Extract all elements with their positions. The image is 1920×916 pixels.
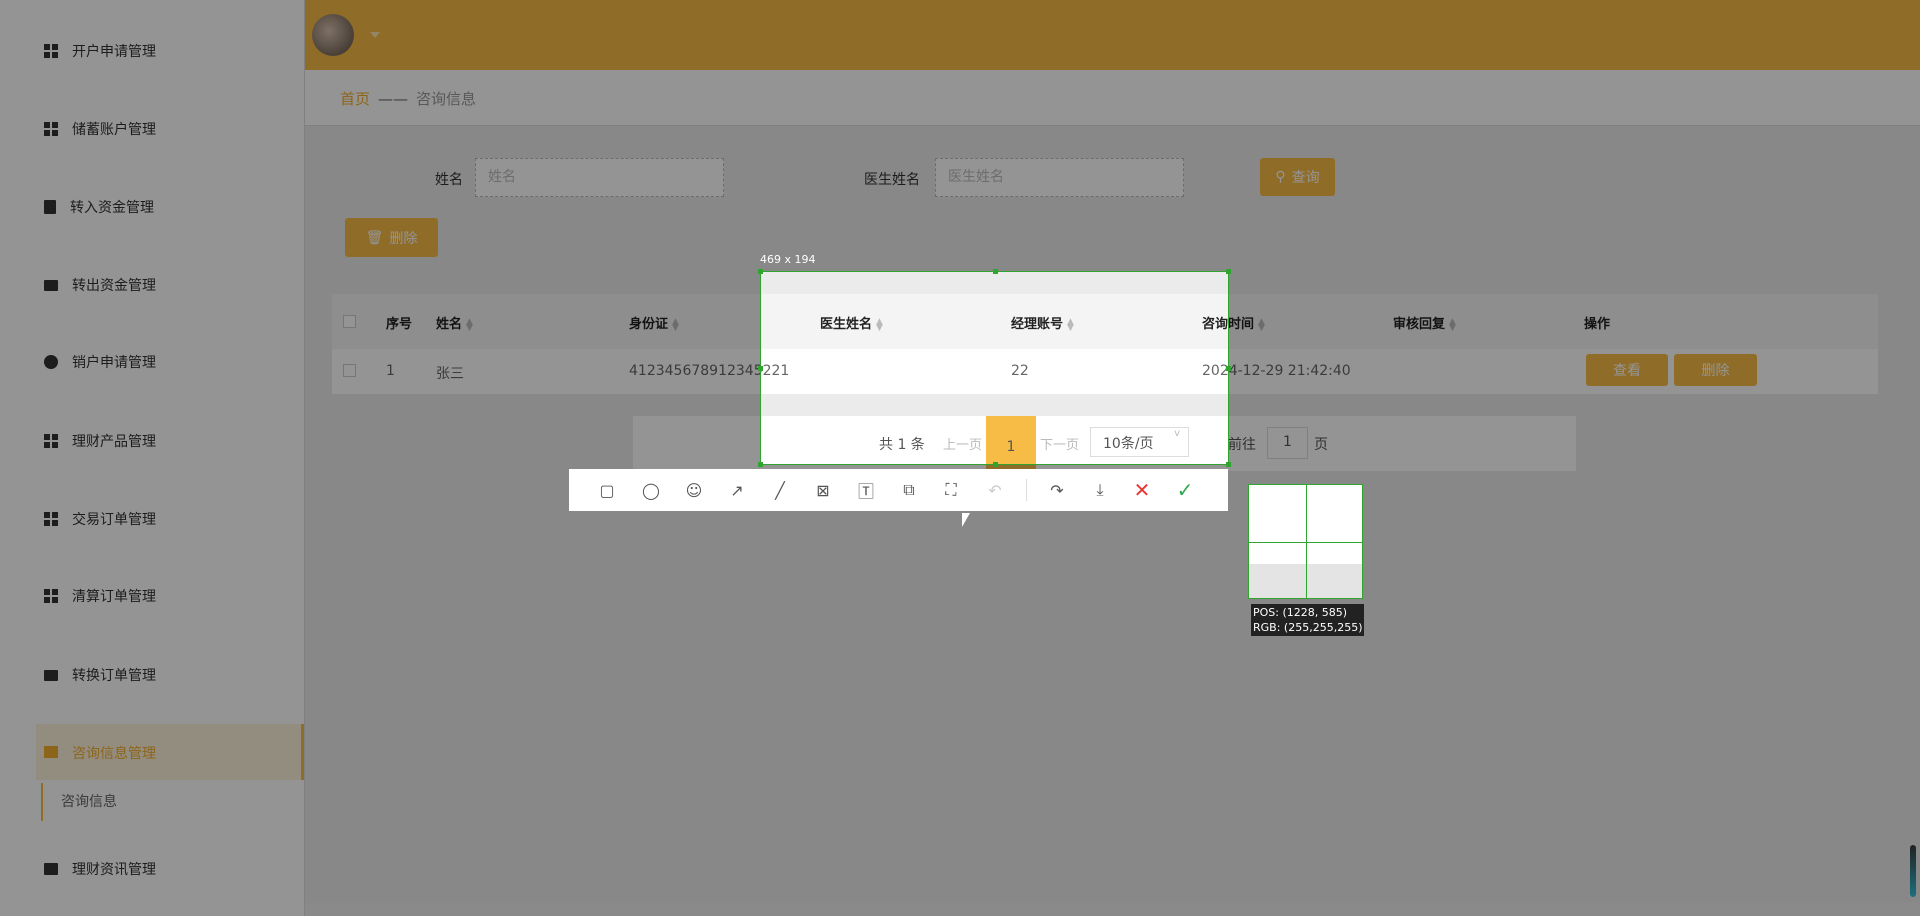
caret-down-icon[interactable]: [370, 32, 380, 38]
sort-icon: ▲ ▼: [1258, 316, 1265, 333]
toolbar-divider: [1026, 479, 1027, 501]
briefcase-icon: [44, 863, 58, 875]
undo-icon[interactable]: ↶: [984, 479, 1006, 501]
sidebar-item-close-account[interactable]: 销户申请管理: [44, 347, 156, 377]
breadcrumb: 首页 —— 咨询信息: [340, 90, 477, 108]
capture-toolbar: ▢ ◯ ☺ ↗ ╱ ⊠ 🅃 ⧉ ⛶ ↶ ↷ ⤓ ✕ ✓: [569, 469, 1228, 511]
col-manager[interactable]: 经理账号 ▲ ▼: [1011, 313, 1074, 332]
sidebar-item-transfer-in[interactable]: 转入资金管理: [44, 192, 154, 222]
top-header: [305, 0, 1920, 70]
grid-icon: [44, 434, 58, 448]
magnifier: [1248, 484, 1363, 599]
emoji-icon[interactable]: ☺: [683, 479, 705, 501]
goto-page-input[interactable]: 1: [1267, 427, 1308, 459]
pin-icon[interactable]: ⧉: [898, 479, 920, 501]
breadcrumb-home[interactable]: 首页: [340, 90, 370, 108]
prev-page[interactable]: 上一页: [943, 434, 982, 453]
sort-icon: ▲ ▼: [1067, 316, 1074, 333]
horizontal-scrollbar[interactable]: [305, 903, 1920, 916]
arrow-icon[interactable]: ↗: [726, 479, 748, 501]
query-button[interactable]: ⚲ 查询: [1260, 158, 1335, 196]
grid-icon: [44, 122, 58, 136]
data-table: 序号 姓名 ▲ ▼ 身份证 ▲ ▼ 医生姓名 ▲ ▼ 经理账号 ▲ ▼ 咨询时间 ▲ ▼ 审核回复 ▲…: [332, 294, 1878, 394]
monitor-icon: [44, 669, 58, 681]
col-actions: 操作: [1584, 317, 1611, 332]
breadcrumb-current: 咨询信息: [416, 90, 477, 108]
col-index: 序号: [386, 317, 413, 332]
sidebar-item-clearing-orders[interactable]: 清算订单管理: [44, 581, 156, 611]
monitor-icon: [44, 746, 58, 758]
table-header: 序号 姓名 ▲ ▼ 身份证 ▲ ▼ 医生姓名 ▲ ▼ 经理账号 ▲ ▼ 咨询时间 ▲ ▼ 审核回复 ▲…: [332, 294, 1878, 349]
row-checkbox[interactable]: [343, 364, 356, 377]
doctor-name-label: 医生姓名: [864, 172, 920, 188]
sort-icon: ▲ ▼: [1449, 316, 1456, 333]
sort-icon: ▲ ▼: [466, 316, 473, 333]
ocr-icon[interactable]: ⛶: [940, 479, 962, 501]
grid-icon: [44, 589, 58, 603]
pixel-info: POS: (1228, 585) RGB: (255,255,255): [1251, 604, 1365, 636]
confirm-icon[interactable]: ✓: [1174, 478, 1196, 502]
share-icon[interactable]: ↷: [1046, 479, 1068, 501]
sidebar-item-consultation[interactable]: 咨询信息管理: [36, 724, 304, 780]
sidebar-item-finance-news[interactable]: 理财资讯管理: [44, 854, 156, 884]
capture-size-label: 469 x 194: [760, 253, 816, 266]
mouse-cursor-icon: [962, 513, 970, 527]
name-label: 姓名: [435, 172, 463, 188]
grid-icon: [44, 44, 58, 58]
sidebar-item-products[interactable]: 理财产品管理: [44, 426, 156, 456]
sidebar-item-conversion-orders[interactable]: 转换订单管理: [44, 660, 156, 690]
name-input[interactable]: 姓名: [475, 158, 724, 197]
sidebar: 开户申请管理 储蓄账户管理 转入资金管理 转出资金管理 销户申请管理 理财产品管…: [0, 0, 305, 916]
pen-icon[interactable]: ╱: [769, 479, 791, 501]
ellipse-icon[interactable]: ◯: [640, 479, 662, 501]
view-button[interactable]: 查看: [1586, 354, 1668, 386]
download-icon[interactable]: ⤓: [1089, 479, 1111, 501]
comment-icon: [44, 279, 58, 291]
pagination: 共 1 条 上一页 1 下一页 10条/页 v 前往 1 页: [633, 416, 1576, 471]
sidebar-item-account-opening[interactable]: 开户申请管理: [44, 36, 156, 66]
col-time[interactable]: 咨询时间 ▲ ▼: [1202, 313, 1265, 332]
doctor-name-input[interactable]: 医生姓名: [935, 158, 1184, 197]
sort-icon: ▲ ▼: [672, 316, 679, 333]
sidebar-item-savings[interactable]: 储蓄账户管理: [44, 114, 156, 144]
col-reply[interactable]: 审核回复 ▲ ▼: [1393, 313, 1456, 332]
text-icon[interactable]: 🅃: [855, 479, 877, 501]
bulb-icon: [44, 355, 58, 369]
clipboard-icon: [44, 200, 56, 214]
vertical-scrollbar-thumb[interactable]: [1910, 845, 1916, 897]
sidebar-item-trade-orders[interactable]: 交易订单管理: [44, 504, 156, 534]
breadcrumb-bar: [305, 70, 1920, 126]
grid-icon: [44, 512, 58, 526]
page-size-select[interactable]: 10条/页 v: [1090, 427, 1189, 457]
sidebar-item-transfer-out[interactable]: 转出资金管理: [44, 270, 156, 300]
chevron-down-icon: v: [1174, 428, 1180, 439]
trash-icon: 🗑: [365, 229, 384, 246]
avatar[interactable]: [312, 14, 354, 56]
batch-delete-button[interactable]: 🗑 删除: [345, 218, 438, 257]
col-id-card[interactable]: 身份证 ▲ ▼: [629, 313, 679, 332]
rectangle-icon[interactable]: ▢: [596, 479, 618, 501]
sidebar-subitem-consultation-info[interactable]: 咨询信息: [41, 783, 117, 821]
search-icon: ⚲: [1275, 169, 1286, 185]
sort-icon: ▲ ▼: [876, 316, 883, 333]
mosaic-icon[interactable]: ⊠: [812, 479, 834, 501]
select-all-checkbox[interactable]: [343, 315, 356, 328]
row-delete-button[interactable]: 删除: [1674, 354, 1757, 386]
page-1[interactable]: 1: [986, 416, 1036, 469]
col-name[interactable]: 姓名 ▲ ▼: [436, 313, 473, 332]
col-doctor[interactable]: 医生姓名 ▲ ▼: [820, 313, 883, 332]
next-page[interactable]: 下一页: [1040, 434, 1079, 453]
close-icon[interactable]: ✕: [1131, 478, 1153, 502]
